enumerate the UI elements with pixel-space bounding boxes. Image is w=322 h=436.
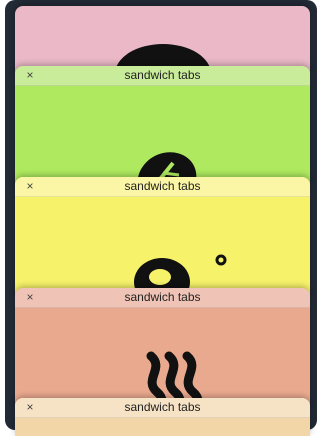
tab-card-1[interactable] [15,6,310,74]
tab-card-3[interactable]: × sandwich tabs [15,177,310,297]
tab-card-2-bar: × sandwich tabs [15,66,310,86]
tab-card-5-bar: × sandwich tabs [15,398,310,418]
tab-card-2[interactable]: × sandwich tabs [15,66,310,186]
tab-title: sandwich tabs [124,290,201,304]
tab-title: sandwich tabs [124,400,201,414]
tab-stack-view: × sandwich tabs × sandwich tabs × sandwi… [0,0,322,436]
tab-card-4-bar: × sandwich tabs [15,288,310,308]
tab-card-5[interactable]: × sandwich tabs [15,398,310,436]
tab-card-4[interactable]: × sandwich tabs [15,288,310,408]
tab-card-5-content [15,418,310,436]
tab-card-3-bar: × sandwich tabs [15,177,310,197]
tab-card-3-content [15,197,310,297]
tab-card-1-content [15,6,310,74]
tab-card-2-content [15,86,310,186]
tab-title: sandwich tabs [124,68,201,82]
tab-title: sandwich tabs [124,179,201,193]
tab-card-4-content [15,308,310,408]
